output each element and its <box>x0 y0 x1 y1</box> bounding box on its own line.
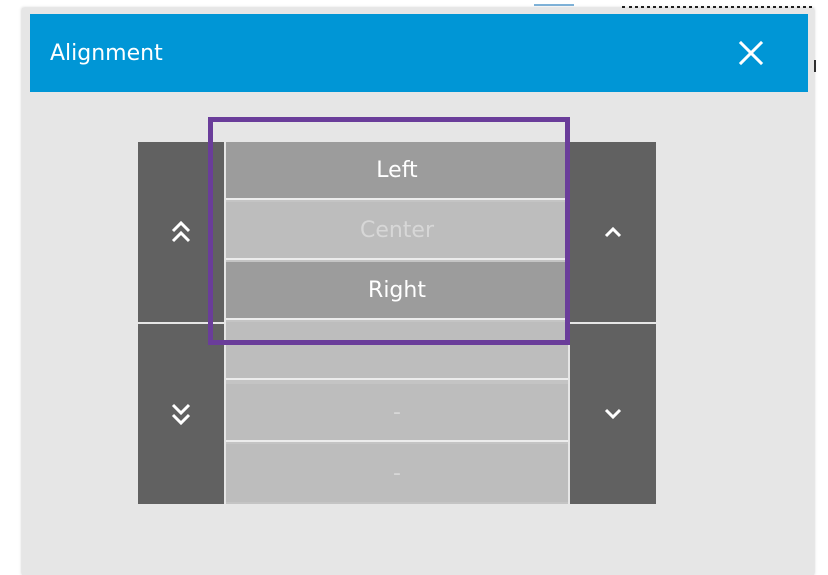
background-link-fragment <box>534 0 574 6</box>
page-up-button[interactable] <box>138 142 224 322</box>
chevron-down-icon <box>604 408 622 420</box>
dialog-title: Alignment <box>50 41 163 66</box>
close-icon <box>738 40 764 66</box>
option-center: Center <box>226 202 568 260</box>
dialog-titlebar: Alignment <box>30 14 808 92</box>
alignment-picker: Left Center Right - - <box>138 142 656 504</box>
page-down-button[interactable] <box>138 324 224 504</box>
option-list: Left Center Right - - <box>226 142 568 504</box>
option-left[interactable]: Left <box>226 142 568 200</box>
close-button[interactable] <box>736 38 766 68</box>
chevron-up-icon <box>604 226 622 238</box>
double-chevron-down-icon <box>171 403 191 426</box>
step-up-button[interactable] <box>570 142 656 322</box>
double-chevron-up-icon <box>171 220 191 243</box>
step-down-button[interactable] <box>570 324 656 504</box>
option-empty <box>226 322 568 380</box>
option-placeholder: - <box>226 444 568 502</box>
option-placeholder: - <box>226 384 568 442</box>
option-right[interactable]: Right <box>226 262 568 320</box>
